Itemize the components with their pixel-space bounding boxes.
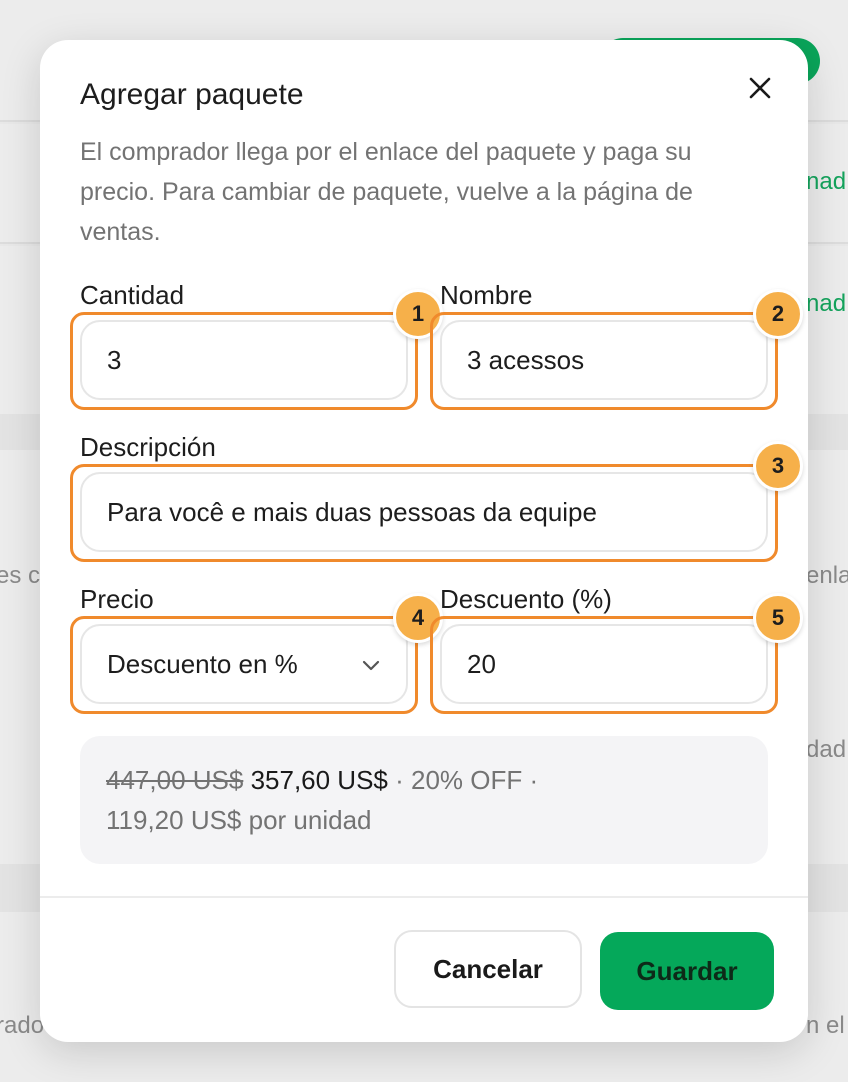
- discount-label: Descuento (%): [440, 584, 612, 614]
- close-button[interactable]: [742, 70, 778, 106]
- description-value: Para você e mais duas pessoas da equipe: [107, 496, 597, 527]
- cancel-button[interactable]: Cancelar: [394, 930, 582, 1008]
- unit-price: 119,20 US$ por unidad: [106, 805, 372, 835]
- step-badge-5: 5: [753, 593, 803, 643]
- background-text: nad: [806, 290, 847, 317]
- step-badge-4: 4: [393, 593, 443, 643]
- background-text: nad: [806, 168, 847, 195]
- description-input[interactable]: Para você e mais duas pessoas da equipe: [80, 472, 768, 552]
- quantity-input[interactable]: 3: [80, 320, 408, 400]
- step-badge-3: 3: [753, 441, 803, 491]
- step-badge-2: 2: [753, 289, 803, 339]
- background-text: dad: [806, 736, 847, 763]
- step-badge-1: 1: [393, 289, 443, 339]
- dialog-title: Agregar paquete: [80, 78, 304, 111]
- name-label: Nombre: [440, 280, 533, 310]
- discount-input[interactable]: 20: [440, 624, 768, 704]
- close-icon: [749, 77, 771, 99]
- dialog-description: El comprador llega por el enlace del paq…: [80, 138, 693, 246]
- price-label: Precio: [80, 584, 154, 614]
- price-type-value: Descuento en %: [107, 648, 298, 679]
- footer-divider: [40, 896, 808, 898]
- price-summary: 447,00 US$ 357,60 US$ · 20% OFF · 119,20…: [80, 736, 768, 864]
- name-value: 3 acessos: [467, 344, 585, 375]
- description-label: Descripción: [80, 432, 216, 462]
- chevron-down-icon: [362, 660, 380, 671]
- quantity-label: Cantidad: [80, 280, 185, 310]
- background-text: es c: [0, 562, 41, 589]
- background-text: n el: [806, 1012, 845, 1039]
- discount-off-text: · 20% OFF ·: [395, 765, 539, 795]
- save-button[interactable]: Guardar: [600, 932, 774, 1010]
- name-input[interactable]: 3 acessos: [440, 320, 768, 400]
- background-text: enla: [806, 562, 848, 589]
- quantity-value: 3: [107, 344, 122, 375]
- price-type-select[interactable]: Descuento en %: [80, 624, 408, 704]
- original-price: 447,00 US$: [106, 765, 244, 795]
- discount-value: 20: [467, 648, 496, 679]
- background-text: rado: [0, 1012, 45, 1039]
- add-package-dialog: Agregar paquete El comprador llega por e…: [40, 40, 808, 1042]
- final-price: 357,60 US$: [250, 765, 388, 795]
